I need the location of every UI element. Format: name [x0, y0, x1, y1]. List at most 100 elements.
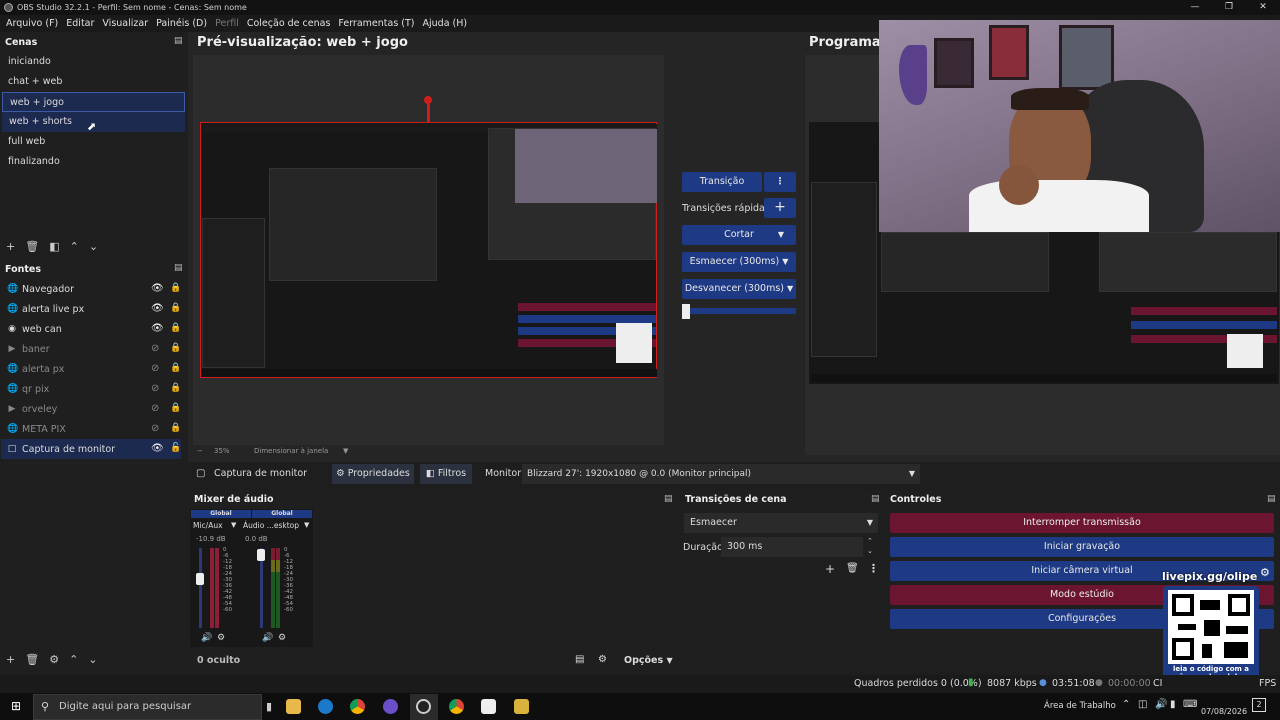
- task-view-icon[interactable]: ▮: [266, 700, 272, 713]
- source-item-meta-pix[interactable]: 🌐 META PIX ⊘ 🔒: [1, 419, 181, 439]
- zoom-out-icon[interactable]: −: [197, 447, 203, 455]
- media-player-icon[interactable]: [514, 699, 529, 714]
- file-explorer-icon[interactable]: [286, 699, 301, 714]
- volume-slider-mic[interactable]: [199, 548, 202, 628]
- menu-help[interactable]: Ajuda (H): [419, 18, 472, 29]
- scene-item-full-web[interactable]: full web: [1, 132, 179, 152]
- chevron-down-icon[interactable]: ▼: [231, 521, 236, 529]
- eye-icon[interactable]: 👁: [151, 443, 164, 454]
- lock-icon[interactable]: 🔒: [170, 323, 181, 333]
- network-icon[interactable]: ◫: [1138, 699, 1147, 710]
- eye-icon[interactable]: 👁: [151, 323, 164, 334]
- properties-button[interactable]: ⚙ Propriedades: [332, 464, 414, 484]
- chrome-icon[interactable]: [449, 699, 464, 714]
- source-item-alerta-px[interactable]: 🌐 alerta px ⊘ 🔒: [1, 359, 181, 379]
- start-recording-button[interactable]: Iniciar gravação: [890, 537, 1274, 557]
- menu-docks[interactable]: Painéis (D): [152, 18, 211, 29]
- lock-icon[interactable]: 🔒: [170, 403, 181, 413]
- obs-icon[interactable]: [416, 699, 431, 714]
- volume-icon[interactable]: 🔊: [1155, 699, 1167, 710]
- layout-icon[interactable]: ▤: [575, 654, 584, 665]
- gear-icon[interactable]: ⚙: [278, 633, 286, 643]
- remove-transition-icon[interactable]: 🗑: [846, 563, 859, 574]
- t-bar-handle[interactable]: [682, 304, 690, 319]
- source-item-captura-monitor[interactable]: □ Captura de monitor 👁 🔓: [1, 439, 181, 459]
- source-item-baner[interactable]: ▶ baner ⊘ 🔒: [1, 339, 182, 359]
- battery-icon[interactable]: ▮: [1170, 699, 1176, 710]
- chevron-down-icon[interactable]: ▼: [304, 521, 309, 529]
- lock-icon[interactable]: 🔒: [170, 423, 181, 433]
- source-settings-icon[interactable]: ⚙: [49, 653, 59, 666]
- restore-icon[interactable]: ❐: [1212, 0, 1246, 15]
- menu-tools[interactable]: Ferramentas (T): [334, 18, 418, 29]
- remove-scene-icon[interactable]: 🗑: [25, 240, 39, 253]
- eye-off-icon[interactable]: ⊘: [151, 423, 159, 434]
- chevron-down-icon[interactable]: ▼: [343, 447, 348, 455]
- capcut-icon[interactable]: [481, 699, 496, 714]
- eye-off-icon[interactable]: ⊘: [151, 343, 159, 354]
- remove-source-icon[interactable]: 🗑: [25, 653, 39, 666]
- source-item-qr-pix[interactable]: 🌐 qr pix ⊘ 🔒: [1, 379, 181, 399]
- source-item-web-can[interactable]: ◉ web can 👁 🔒: [1, 319, 181, 339]
- volume-handle-desktop[interactable]: [257, 549, 265, 561]
- language-icon[interactable]: ⌨: [1183, 699, 1197, 710]
- filters-button[interactable]: ◧ Filtros: [420, 464, 472, 484]
- move-down-icon[interactable]: ⌄: [89, 240, 98, 253]
- fade-button[interactable]: Esmaecer (300ms) ▼: [682, 252, 796, 272]
- scene-item-web-jogo[interactable]: web + jogo: [2, 92, 185, 112]
- eye-off-icon[interactable]: ⊘: [151, 363, 159, 374]
- scene-filters-icon[interactable]: ◧: [49, 240, 59, 253]
- add-transition-icon[interactable]: +: [825, 562, 835, 576]
- lock-icon[interactable]: 🔒: [170, 283, 181, 293]
- volume-handle-mic[interactable]: [196, 573, 204, 585]
- transition-button[interactable]: Transição: [682, 172, 762, 192]
- chevron-up-icon[interactable]: ⌃: [1122, 699, 1130, 710]
- rotate-handle-knob[interactable]: [424, 96, 432, 104]
- advanced-audio-icon[interactable]: ⚙: [598, 654, 607, 665]
- lock-icon[interactable]: 🔒: [170, 363, 181, 373]
- move-up-icon[interactable]: ⌃: [69, 653, 78, 666]
- eye-icon[interactable]: 👁: [151, 303, 164, 314]
- scene-item-iniciando[interactable]: iniciando: [1, 52, 179, 72]
- menu-file[interactable]: Arquivo (F): [2, 18, 62, 29]
- eye-off-icon[interactable]: ⊘: [151, 383, 159, 394]
- eye-off-icon[interactable]: ⊘: [151, 403, 159, 414]
- menu-edit[interactable]: Editar: [62, 18, 98, 29]
- taskbar-search[interactable]: ⚲ Digite aqui para pesquisar: [33, 694, 262, 720]
- edge-icon[interactable]: [318, 699, 333, 714]
- move-up-icon[interactable]: ⌃: [70, 240, 79, 253]
- desktop-label[interactable]: Área de Trabalho: [1044, 701, 1116, 711]
- t-bar-slider[interactable]: [682, 308, 796, 314]
- source-item-orveley[interactable]: ▶ orveley ⊘ 🔒: [1, 399, 182, 419]
- lock-icon[interactable]: 🔒: [170, 383, 181, 393]
- scene-item-chat-web[interactable]: chat + web: [1, 72, 179, 92]
- monitor-select[interactable]: Blizzard 27': 1920x1080 @ 0.0 (Monitor p…: [522, 464, 920, 484]
- gear-icon[interactable]: ⚙: [217, 633, 225, 643]
- dock-undock-icon[interactable]: ▤: [1267, 494, 1276, 504]
- menu-view[interactable]: Visualizar: [98, 18, 152, 29]
- transition-select[interactable]: Esmaecer ▼: [684, 513, 878, 533]
- scale-to-window[interactable]: Dimensionar à janela: [254, 447, 328, 455]
- menu-scene-collection[interactable]: Coleção de cenas: [243, 18, 335, 29]
- discord-icon[interactable]: [383, 699, 398, 714]
- source-item-alerta-live-px[interactable]: 🌐 alerta live px 👁 🔒: [1, 299, 181, 319]
- add-quick-transition-icon[interactable]: +: [764, 198, 796, 218]
- more-options-icon[interactable]: ⋮: [868, 562, 879, 575]
- dock-undock-icon[interactable]: ▤: [174, 263, 183, 273]
- unlock-icon[interactable]: 🔓: [170, 443, 181, 453]
- lock-icon[interactable]: 🔒: [170, 343, 181, 353]
- display-capture-preview[interactable]: [200, 122, 657, 378]
- more-options-icon[interactable]: ⋮: [764, 172, 796, 192]
- gear-icon[interactable]: ⚙: [1260, 566, 1270, 579]
- fade2-button[interactable]: Desvanecer (300ms) ▼: [682, 279, 796, 299]
- eye-icon[interactable]: 👁: [151, 283, 164, 294]
- dock-undock-icon[interactable]: ▤: [664, 494, 673, 504]
- menu-profile[interactable]: Perfil: [211, 18, 243, 29]
- minimize-icon[interactable]: —: [1178, 0, 1212, 15]
- dock-undock-icon[interactable]: ▤: [174, 36, 183, 46]
- add-source-icon[interactable]: +: [6, 653, 15, 666]
- lock-icon[interactable]: 🔒: [170, 303, 181, 313]
- speaker-icon[interactable]: 🔊: [262, 633, 273, 643]
- source-item-navegador[interactable]: 🌐 Navegador 👁 🔒: [1, 279, 181, 299]
- move-down-icon[interactable]: ⌄: [88, 653, 97, 666]
